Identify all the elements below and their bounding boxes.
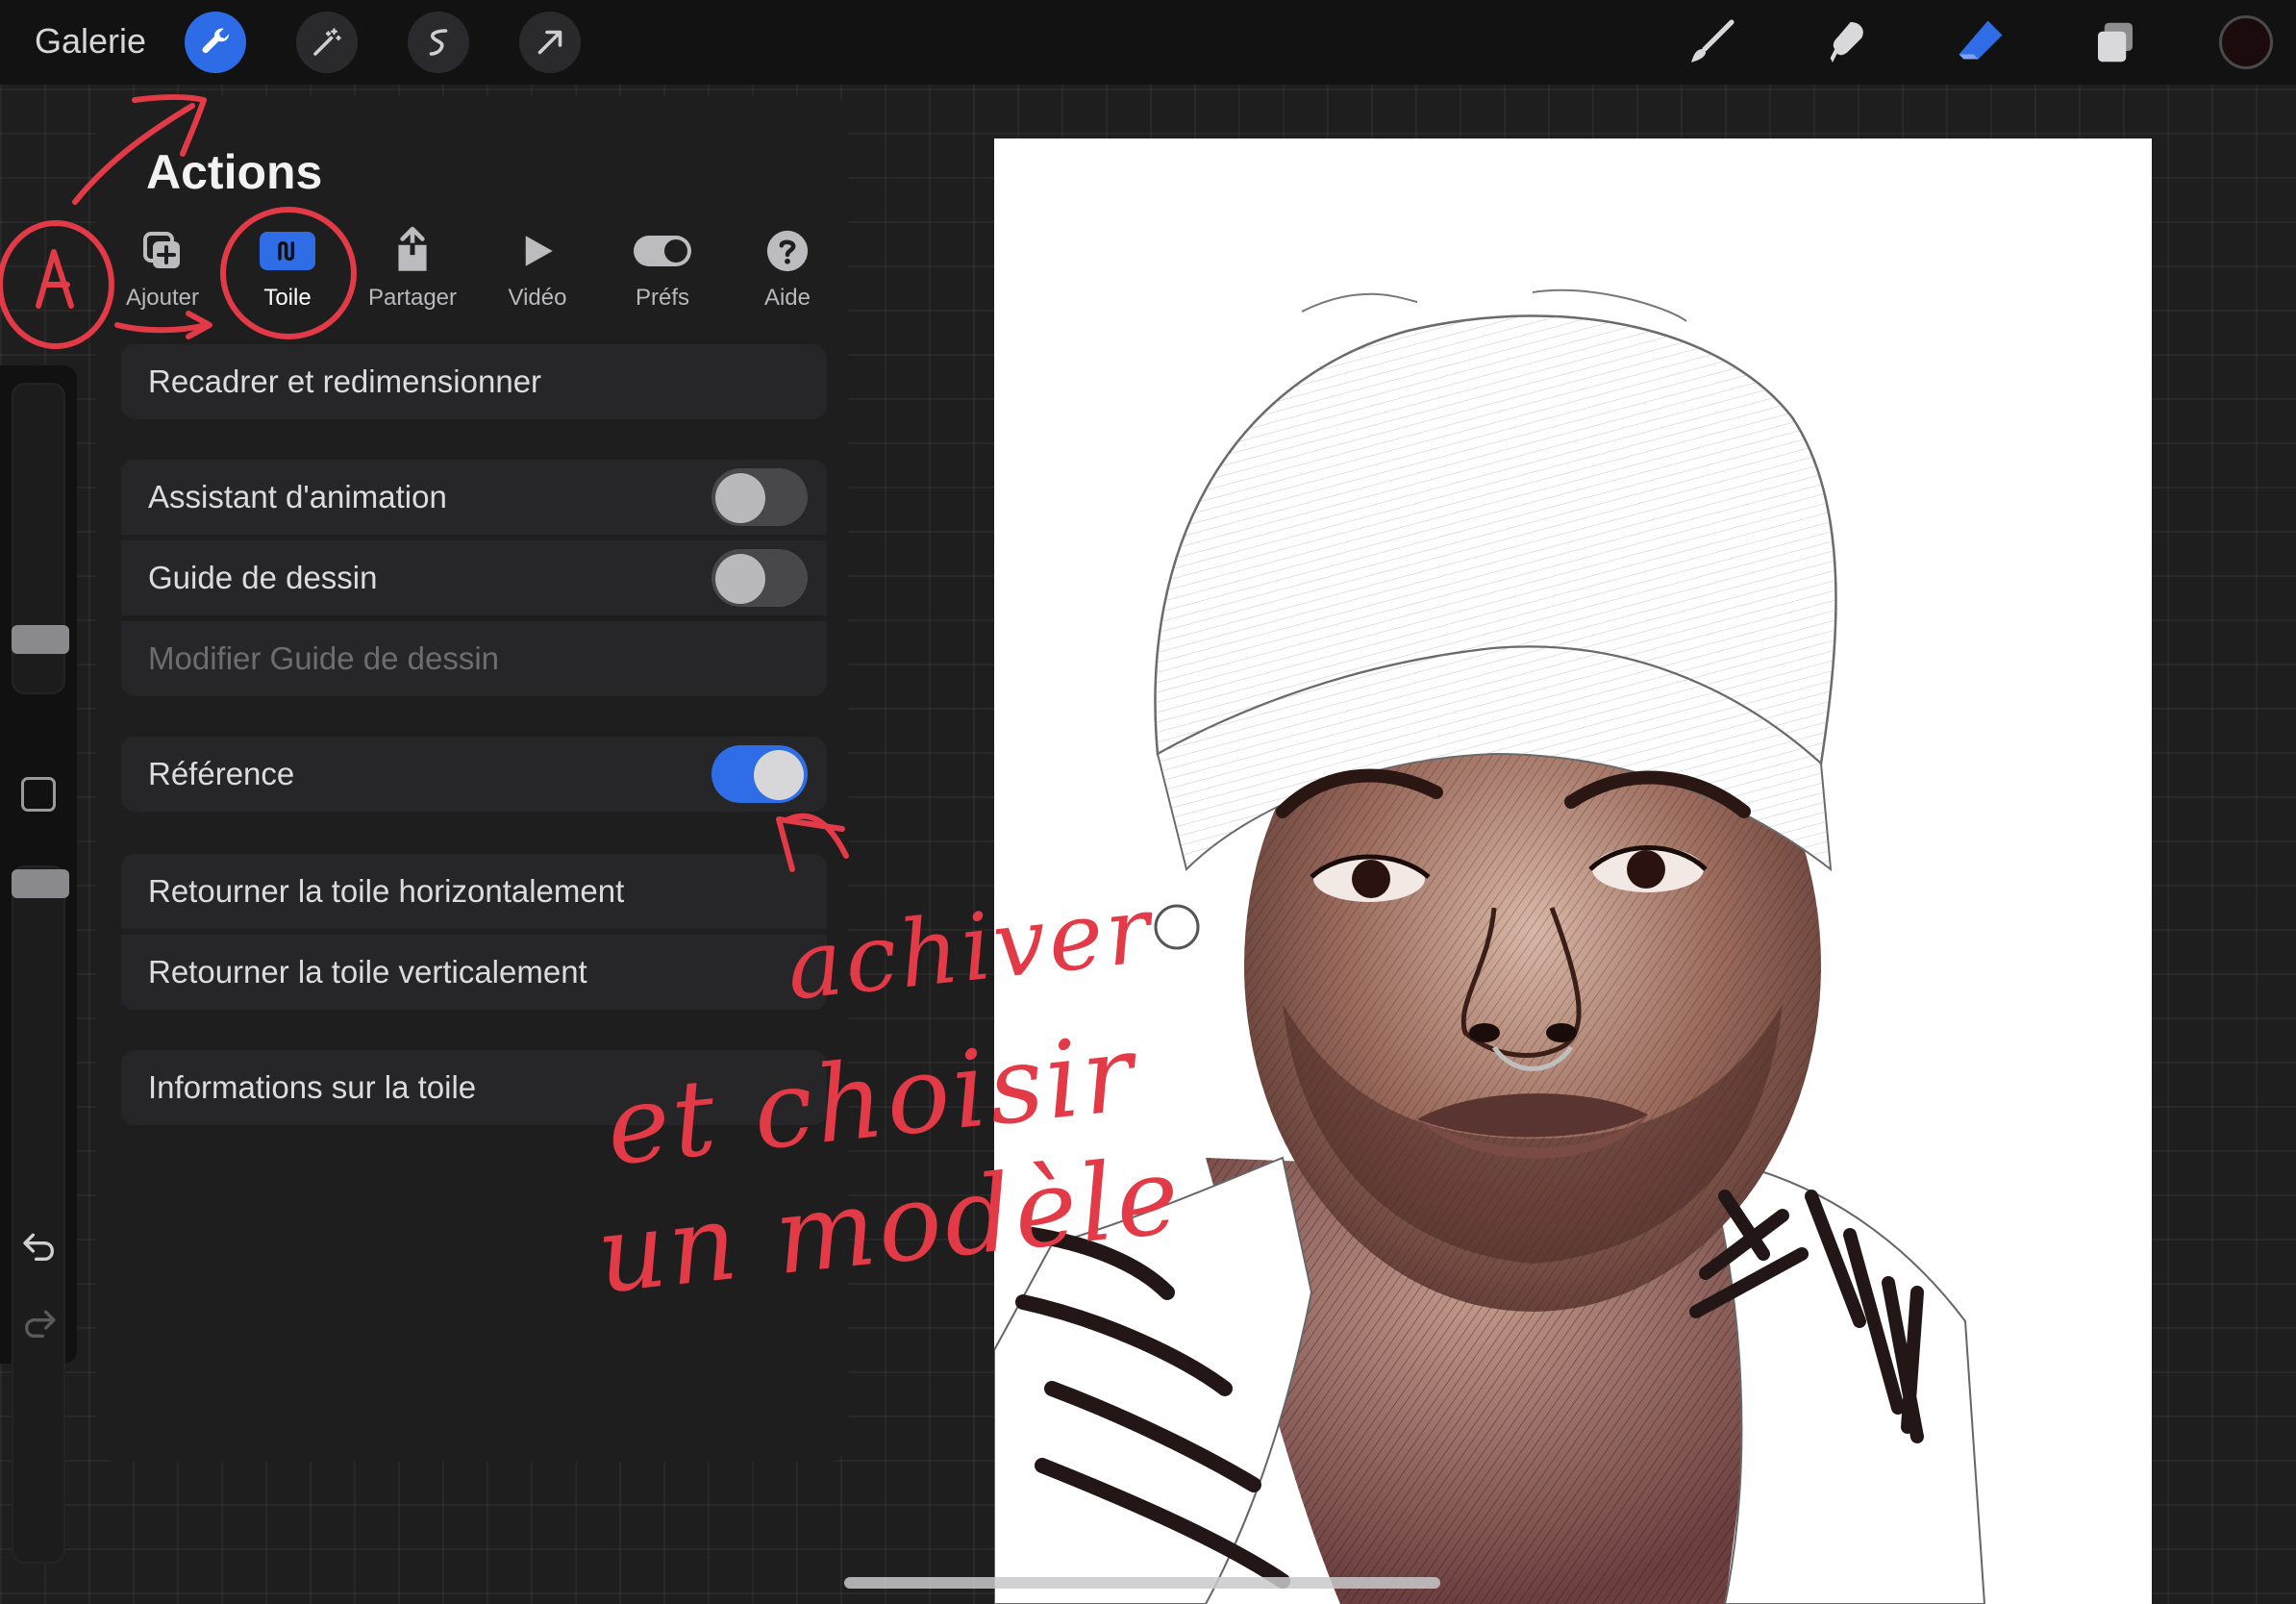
- adjustments-button[interactable]: [296, 12, 358, 73]
- selection-button[interactable]: [408, 12, 469, 73]
- smudge-tool[interactable]: [1815, 12, 1877, 73]
- flip-vertical-item[interactable]: Retourner la toile verticalement: [121, 935, 827, 1010]
- toggle-knob: [754, 750, 804, 800]
- reference-label: Référence: [148, 756, 295, 791]
- drawing-guide-label: Guide de dessin: [148, 560, 378, 595]
- tab-label: Toile: [263, 285, 312, 311]
- toggle-icon: [634, 236, 691, 266]
- selection-icon: [429, 29, 448, 56]
- layers-icon: [2098, 22, 2133, 63]
- canvas-wave-icon: [278, 240, 295, 262]
- tab-prefs[interactable]: Préfs: [600, 223, 725, 319]
- tab-aide[interactable]: Aide: [725, 223, 850, 319]
- tab-ajouter[interactable]: Ajouter: [100, 223, 225, 319]
- crop-resize-label: Recadrer et redimensionner: [148, 363, 542, 399]
- animation-assist-item[interactable]: Assistant d'animation: [121, 460, 827, 535]
- opacity-thumb[interactable]: [12, 869, 69, 898]
- brush-size-thumb[interactable]: [12, 625, 69, 654]
- tab-label: Vidéo: [508, 285, 567, 311]
- transform-arrow-icon: [537, 30, 562, 55]
- color-picker-button[interactable]: [2219, 15, 2273, 69]
- edit-drawing-guide-item: Modifier Guide de dessin: [121, 621, 827, 696]
- gallery-button[interactable]: Galerie: [35, 21, 146, 62]
- share-icon: [398, 226, 427, 271]
- magic-wand-icon: [313, 28, 341, 56]
- help-icon: [766, 230, 809, 272]
- tab-label: Préfs: [635, 285, 689, 311]
- edit-drawing-guide-label: Modifier Guide de dessin: [148, 640, 500, 676]
- left-sidebar: [0, 365, 77, 1564]
- home-indicator[interactable]: [844, 1577, 1440, 1589]
- undo-icon[interactable]: [19, 1227, 60, 1266]
- flip-horizontal-label: Retourner la toile horizontalement: [148, 873, 625, 909]
- tab-partager[interactable]: Partager: [350, 223, 475, 319]
- reference-item[interactable]: Référence: [121, 737, 827, 812]
- redo-icon[interactable]: [19, 1304, 60, 1342]
- toggle-knob: [715, 473, 765, 523]
- modify-button[interactable]: [21, 777, 56, 812]
- tab-label: Partager: [367, 285, 458, 311]
- animation-assist-label: Assistant d'animation: [148, 479, 447, 514]
- reference-toggle[interactable]: [711, 745, 808, 803]
- layers-tool[interactable]: [2084, 12, 2146, 73]
- crop-resize-item[interactable]: Recadrer et redimensionner: [121, 344, 827, 419]
- toggle-knob: [715, 554, 765, 604]
- brush-size-slider[interactable]: [12, 383, 69, 694]
- portrait-artwork: [994, 288, 1986, 1604]
- tab-video[interactable]: Vidéo: [475, 223, 600, 319]
- tab-label: Ajouter: [125, 285, 200, 311]
- add-image-icon: [143, 232, 180, 268]
- canvas-info-label: Informations sur la toile: [148, 1069, 477, 1105]
- drawing-guide-item[interactable]: Guide de dessin: [121, 540, 827, 615]
- flip-vertical-label: Retourner la toile verticalement: [148, 954, 587, 990]
- animation-assist-toggle[interactable]: [711, 468, 808, 526]
- brush-icon: [1691, 19, 1734, 63]
- wrench-icon: [202, 28, 230, 54]
- drawing-canvas[interactable]: [994, 138, 2152, 1604]
- paint-tool[interactable]: [1681, 12, 1742, 73]
- play-icon: [525, 236, 553, 266]
- smudge-icon: [1830, 22, 1863, 63]
- transform-button[interactable]: [519, 12, 581, 73]
- drawing-guide-toggle[interactable]: [711, 549, 808, 607]
- top-toolbar: Galerie: [0, 0, 2296, 85]
- tab-toile[interactable]: Toile: [225, 223, 350, 319]
- panel-title: Actions: [146, 145, 323, 199]
- actions-button[interactable]: [185, 12, 246, 73]
- opacity-slider[interactable]: [12, 865, 69, 1564]
- eraser-icon: [1959, 20, 2003, 60]
- tab-label: Aide: [763, 285, 811, 311]
- erase-tool[interactable]: [1950, 12, 2011, 73]
- flip-horizontal-item[interactable]: Retourner la toile horizontalement: [121, 854, 827, 929]
